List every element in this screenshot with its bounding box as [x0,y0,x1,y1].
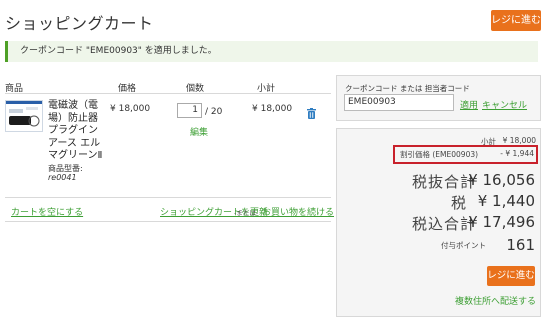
grand-total: ¥ 17,496 [468,213,535,231]
product-name-line: 電磁波（電 [48,100,98,111]
product-name-line: アース エル [48,137,101,149]
grand-total-label: 税込合計 [412,215,477,233]
tax-label: 税 [451,194,468,212]
clear-cart-link[interactable]: カートを空にする [11,205,83,218]
checkout-button-top[interactable]: レジに進む [491,10,541,31]
product-name-line: プラグイン [48,125,98,136]
tax-value: ¥ 1,440 [477,192,535,210]
points-value: 161 [506,236,535,254]
page-title: ショッピングカート [5,14,154,33]
multi-address-shipping-link[interactable]: 複数住所へ配送する [455,294,536,307]
quantity-max: / 20 [205,107,223,117]
edit-link[interactable]: 編集 [190,125,208,138]
row-divider [5,197,331,198]
points-label: 付与ポイント [441,241,486,250]
coupon-cancel-link[interactable]: キャンセル [482,98,527,111]
product-name[interactable]: 電磁波（電 場）防止器 プラグイン アース エル マグリーンⅡ [48,100,104,163]
trash-icon[interactable] [307,104,316,119]
coupon-apply-link[interactable]: 適用 [460,98,478,111]
actions-divider [5,221,331,222]
coupon-applied-notice: クーポンコード "EME00903" を適用しました。 [5,41,538,62]
summary-subtotal: ¥ 18,000 [502,136,536,145]
discount-label: 割引価格 (EME00903) [400,150,479,159]
pre-tax-total-label: 税抜合計 [412,173,477,191]
product-name-line: マグリーンⅡ [48,150,103,161]
product-model: re0041 [48,173,77,182]
item-subtotal: ¥ 18,000 [252,104,293,114]
or-separator: -または- [234,209,259,217]
header-divider [5,93,331,94]
product-thumbnail[interactable] [5,100,43,132]
quantity-input[interactable]: 1 [177,103,202,118]
coupon-label: クーポンコード または 担当者コード [345,84,470,93]
coupon-input[interactable]: EME00903 [344,94,454,111]
product-name-line: 場）防止器 [48,112,98,124]
continue-shopping-link[interactable]: お買い物を続ける [262,205,334,218]
checkout-button-bottom[interactable]: レジに進む [487,266,535,286]
pre-tax-total: ¥ 16,056 [468,171,535,189]
discount-value: - ¥ 1,944 [500,149,534,158]
item-price: ¥ 18,000 [110,104,151,114]
